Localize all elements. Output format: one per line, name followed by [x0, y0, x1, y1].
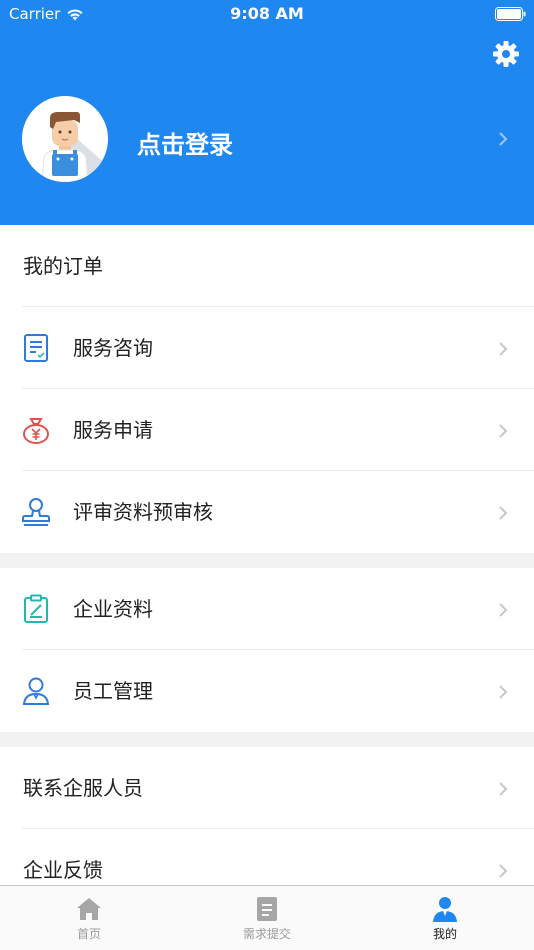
- chevron-right-icon: [498, 684, 508, 700]
- chevron-right-icon: [498, 781, 508, 797]
- avatar[interactable]: [22, 96, 108, 182]
- tab-label-mine: 我的: [432, 927, 457, 941]
- menu-item-review-precheck[interactable]: 评审资料预审核: [0, 471, 534, 553]
- menu-list: 我的订单 服务咨询 服务申请 评审资料预审核 企业资料 员工管理 联系企服人员 …: [0, 225, 534, 911]
- tab-home[interactable]: 首页: [0, 886, 178, 950]
- menu-item-staff-management[interactable]: 员工管理: [0, 650, 534, 732]
- menu-label-service-apply: 服务申请: [73, 418, 153, 442]
- section-separator: [0, 732, 534, 747]
- menu-item-service-consult[interactable]: 服务咨询: [0, 307, 534, 389]
- clipboard-edit-icon: [24, 594, 48, 623]
- orders-heading-row: 我的订单: [0, 225, 534, 307]
- battery-icon: [495, 7, 526, 21]
- chevron-right-icon: [498, 131, 508, 147]
- document-icon: [24, 334, 48, 362]
- login-label[interactable]: 点击登录: [137, 125, 233, 160]
- chevron-right-icon: [498, 863, 508, 879]
- menu-item-contact-staff[interactable]: 联系企服人员: [0, 747, 534, 829]
- menu-item-company-profile[interactable]: 企业资料: [0, 568, 534, 650]
- login-row[interactable]: 点击登录: [0, 96, 534, 184]
- tab-submit-request[interactable]: 需求提交: [178, 886, 356, 950]
- chevron-right-icon: [498, 602, 508, 618]
- menu-label-review-precheck: 评审资料预审核: [73, 500, 213, 524]
- profile-header: Carrier 9:08 AM 点击登录: [0, 0, 534, 225]
- chevron-right-icon: [498, 423, 508, 439]
- tab-mine[interactable]: 我的: [356, 886, 534, 950]
- menu-label-staff-management: 员工管理: [73, 679, 153, 703]
- tab-label-home: 首页: [76, 927, 101, 941]
- staff-user-icon: [22, 677, 50, 705]
- chevron-right-icon: [498, 341, 508, 357]
- orders-heading: 我的订单: [23, 254, 103, 278]
- user-icon: [433, 897, 457, 922]
- menu-label-company-profile: 企业资料: [73, 597, 153, 621]
- money-bag-icon: [23, 418, 49, 444]
- menu-label-service-consult: 服务咨询: [73, 336, 153, 360]
- user-avatar-icon: [22, 96, 108, 182]
- status-bar: Carrier 9:08 AM: [0, 0, 534, 28]
- menu-label-contact-staff: 联系企服人员: [23, 776, 143, 800]
- section-separator: [0, 553, 534, 568]
- status-time: 9:08 AM: [230, 4, 304, 23]
- chevron-right-icon: [498, 505, 508, 521]
- tab-label-submit-request: 需求提交: [242, 927, 291, 941]
- gear-icon[interactable]: [492, 40, 520, 68]
- menu-item-service-apply[interactable]: 服务申请: [0, 389, 534, 471]
- home-icon: [77, 898, 101, 920]
- tab-bar: 首页 需求提交 我的: [0, 885, 534, 950]
- stamp-icon: [22, 498, 50, 526]
- document-icon: [257, 897, 277, 921]
